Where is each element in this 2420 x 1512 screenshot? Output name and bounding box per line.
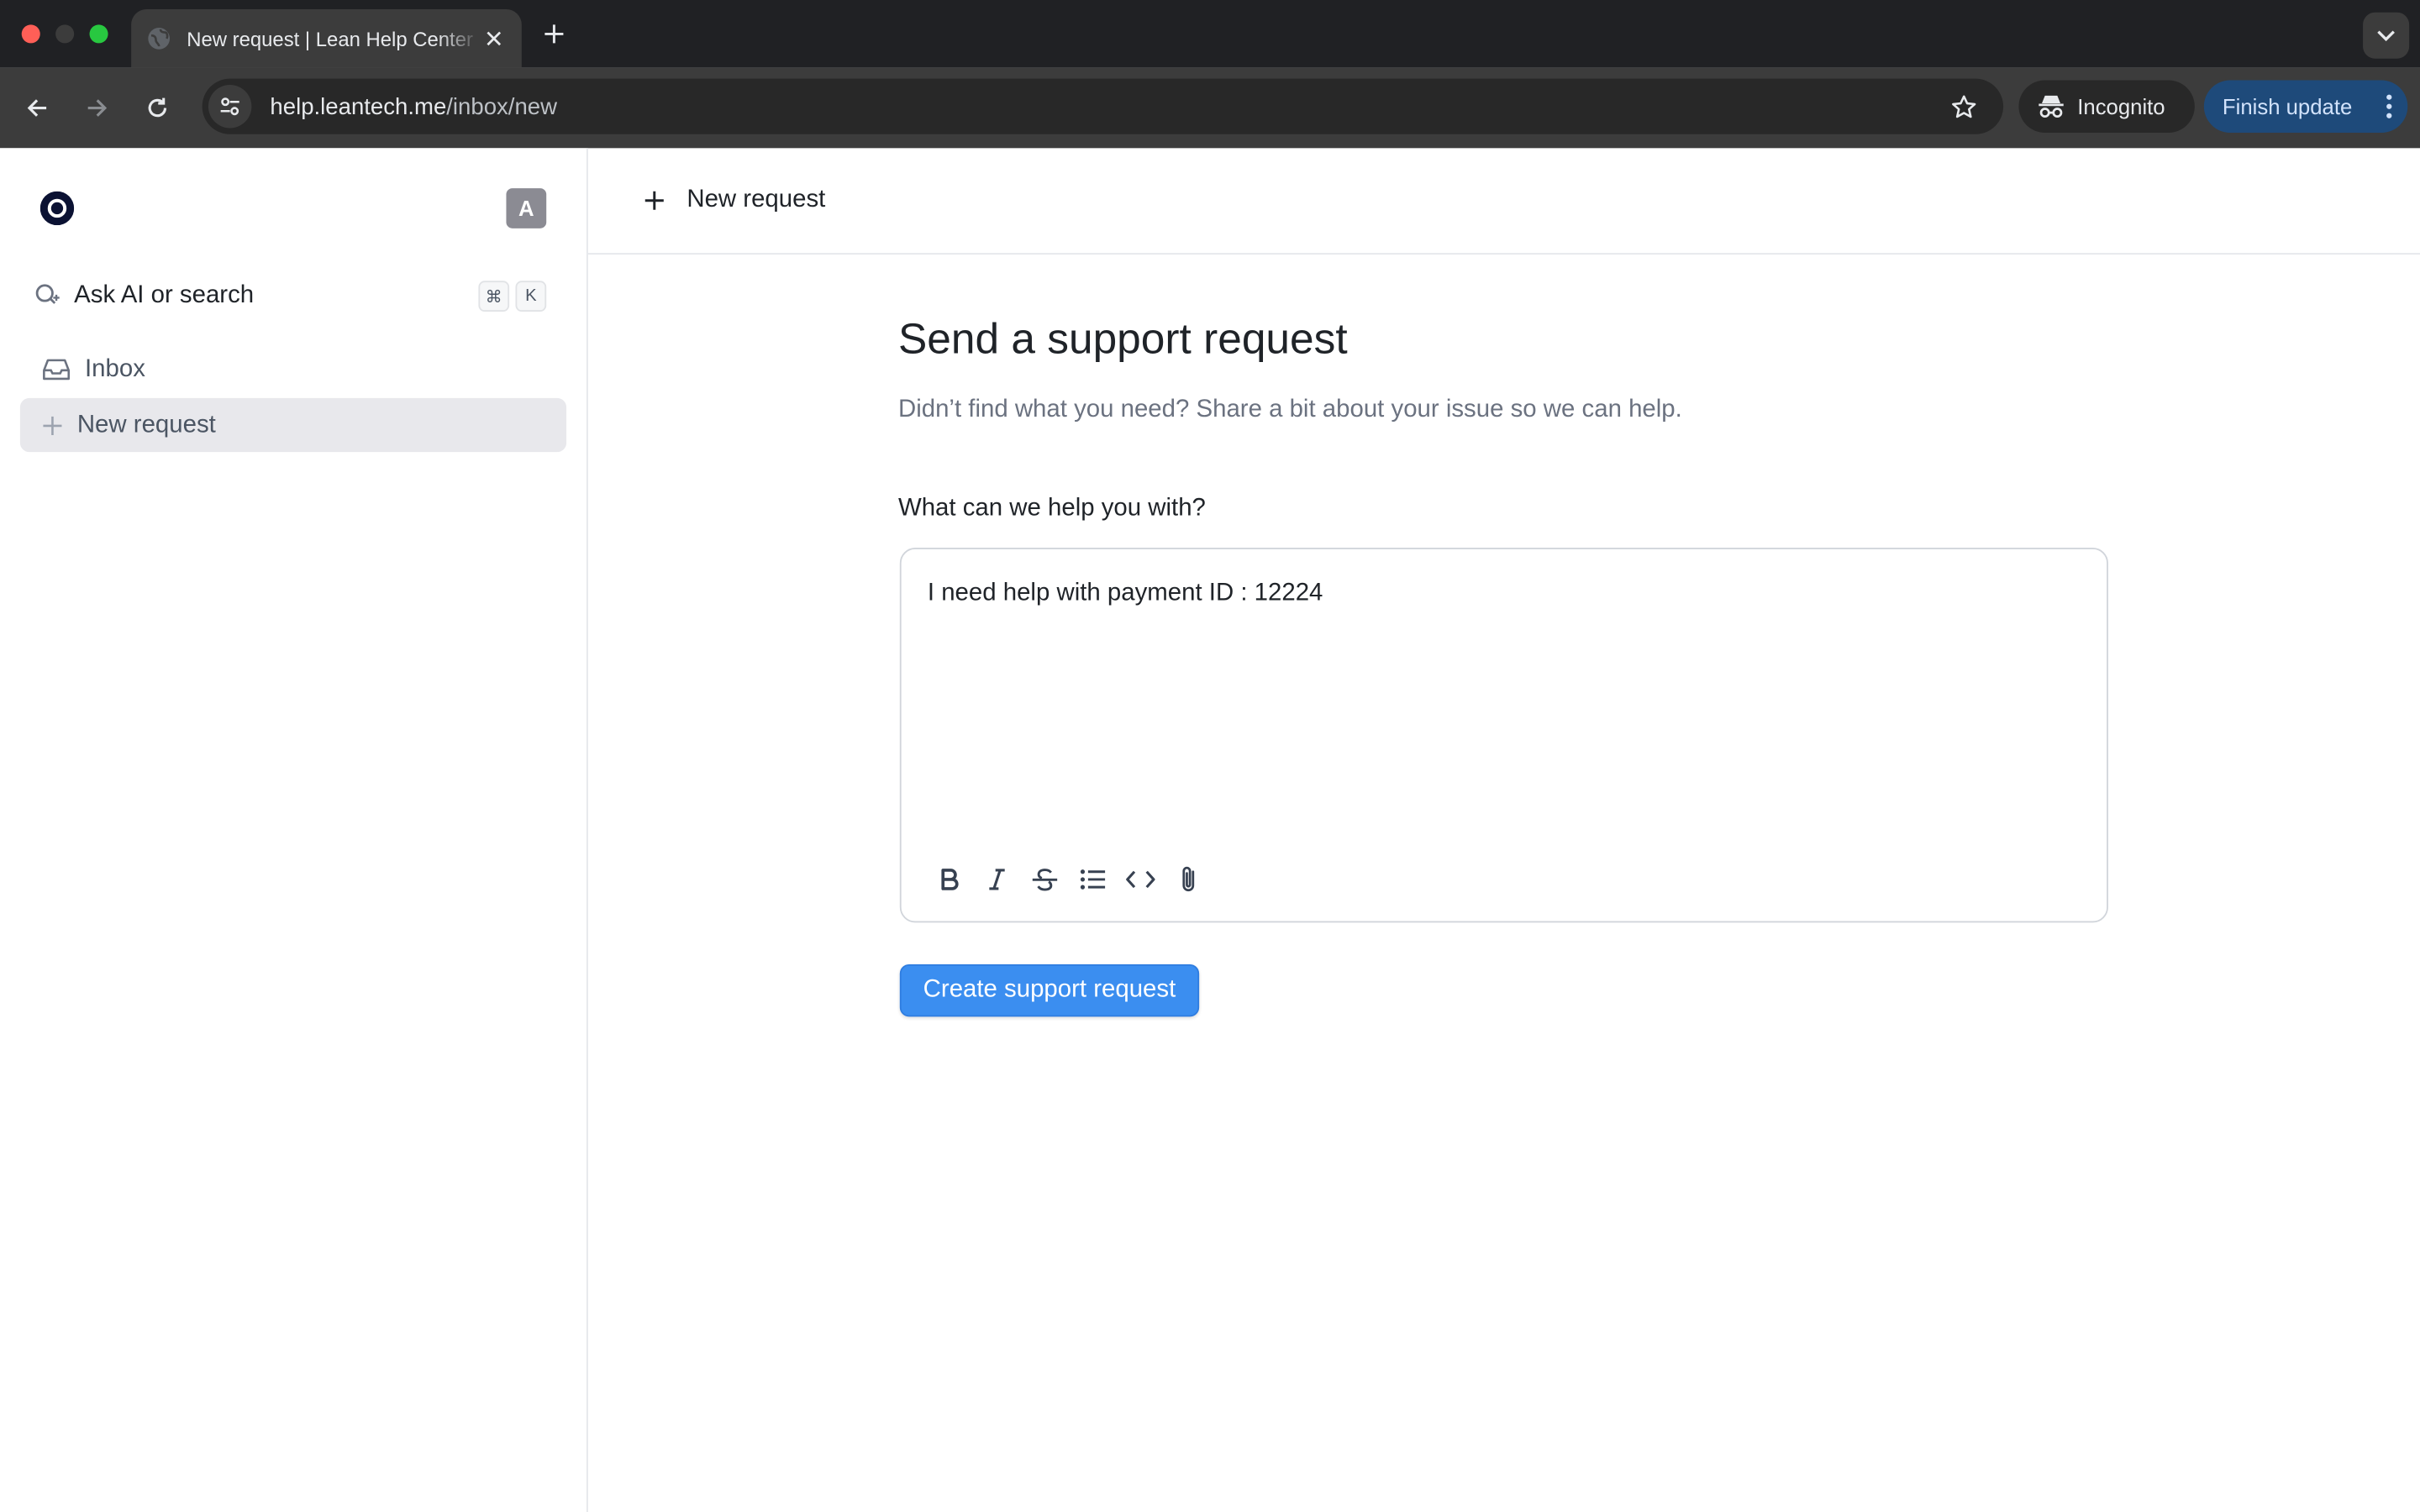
- header-new-request-label: New request: [687, 186, 826, 213]
- attachment-icon[interactable]: [1171, 863, 1204, 895]
- inbox-icon: [43, 359, 71, 381]
- message-field-label: What can we help you with?: [897, 495, 1206, 522]
- browser-tab[interactable]: New request | Lean Help Center: [131, 9, 522, 68]
- reload-icon: [148, 97, 167, 118]
- more-vert-icon: [2386, 94, 2392, 118]
- main-header: New request: [587, 148, 2420, 255]
- forward-button[interactable]: [77, 88, 118, 129]
- message-editor[interactable]: I need help with payment ID : 12224: [899, 548, 2108, 923]
- tab-search-button[interactable]: [2363, 12, 2410, 59]
- lean-logo-icon[interactable]: [39, 191, 75, 226]
- code-icon[interactable]: [1123, 863, 1156, 895]
- incognito-indicator[interactable]: Incognito: [2018, 80, 2195, 133]
- url-text: help.leantech.me/inbox/new: [270, 93, 1941, 119]
- browser-toolbar: help.leantech.me/inbox/new Incognito Fin…: [0, 67, 2420, 149]
- sidebar: A Ask AI or search ⌘ K Inbox New request: [0, 148, 588, 1512]
- chevron-down-icon: [2377, 30, 2395, 42]
- finish-update-button[interactable]: Finish update: [2203, 80, 2408, 133]
- incognito-label: Incognito: [2077, 94, 2165, 119]
- ai-search-icon: [35, 284, 60, 304]
- sidebar-item-label: Inbox: [85, 355, 145, 382]
- strikethrough-icon[interactable]: [1028, 863, 1060, 895]
- back-button[interactable]: [17, 88, 57, 129]
- editor-toolbar: [932, 863, 1203, 895]
- search-label: Ask AI or search: [74, 282, 255, 309]
- tab-title: New request | Lean Help Center: [187, 27, 473, 50]
- arrow-right-icon: [87, 99, 108, 117]
- italic-icon[interactable]: [980, 863, 1013, 895]
- sidebar-item-label: New request: [76, 411, 216, 438]
- url-host: help.leantech.me: [270, 93, 447, 120]
- sidebar-item-inbox[interactable]: Inbox: [20, 343, 566, 396]
- address-bar[interactable]: help.leantech.me/inbox/new: [202, 78, 2004, 134]
- page-title: Send a support request: [897, 314, 1348, 363]
- arrow-left-icon: [27, 99, 47, 117]
- plus-icon: [644, 191, 664, 210]
- shortcut-key-cmd: ⌘: [478, 281, 510, 312]
- bullet-list-icon[interactable]: [1076, 863, 1108, 895]
- avatar[interactable]: A: [506, 188, 547, 228]
- reload-button[interactable]: [137, 88, 177, 129]
- globe-icon: [146, 26, 171, 50]
- shortcut-key-k: K: [515, 281, 547, 312]
- ask-ai-search[interactable]: Ask AI or search ⌘ K: [34, 278, 549, 315]
- message-editor-text[interactable]: I need help with payment ID : 12224: [928, 580, 1323, 608]
- site-settings-icon[interactable]: [208, 85, 252, 129]
- page-subtitle: Didn’t find what you need? Share a bit a…: [897, 396, 1682, 423]
- finish-update-label: Finish update: [2222, 94, 2353, 119]
- sidebar-item-new-request[interactable]: New request: [19, 397, 567, 453]
- incognito-icon: [2039, 95, 2064, 118]
- create-support-request-button[interactable]: Create support request: [899, 963, 1200, 1017]
- bold-icon[interactable]: [932, 863, 965, 895]
- header-new-request-button[interactable]: New request: [644, 182, 825, 219]
- minimize-window-button[interactable]: [55, 24, 75, 44]
- browser-tab-bar: New request | Lean Help Center: [0, 0, 2420, 68]
- new-tab-button[interactable]: [537, 17, 571, 50]
- plus-icon: [43, 416, 62, 435]
- url-path: /inbox/new: [446, 93, 558, 120]
- bookmark-star-icon[interactable]: [1942, 85, 1985, 128]
- close-window-button[interactable]: [21, 24, 40, 44]
- close-tab-icon[interactable]: [481, 26, 506, 50]
- maximize-window-button[interactable]: [89, 24, 108, 44]
